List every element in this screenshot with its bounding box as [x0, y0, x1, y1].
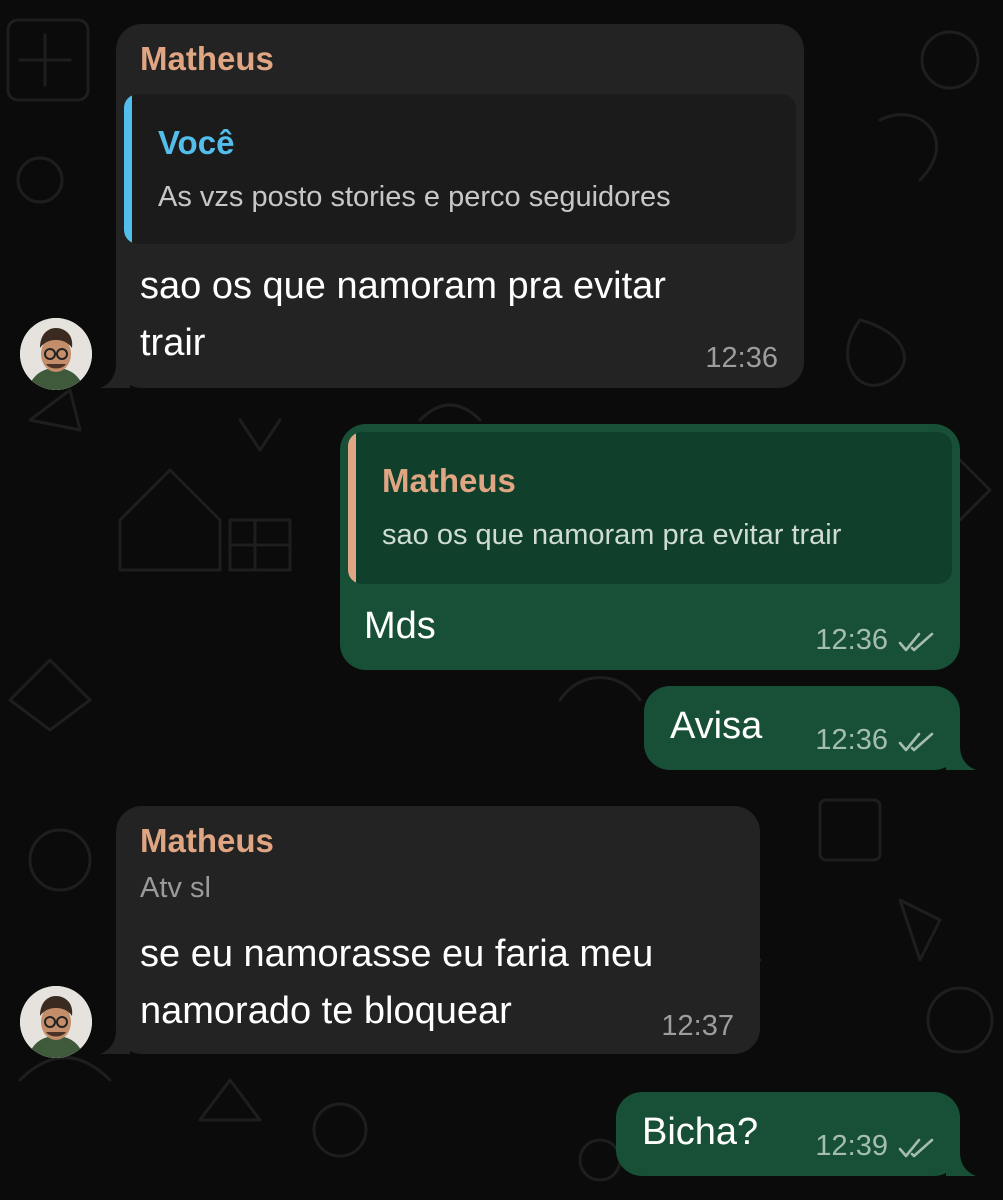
- outgoing-message[interactable]: Avisa 12:36: [644, 686, 960, 770]
- message-time: 12:39: [815, 1130, 888, 1162]
- outgoing-message[interactable]: Bicha? 12:39: [616, 1092, 960, 1176]
- read-receipt-icon: [898, 632, 934, 652]
- message-line: se eu namorasse eu faria meu: [140, 933, 654, 975]
- quote-accent-bar: [124, 94, 132, 244]
- bubble-tail: [100, 1030, 130, 1054]
- person-avatar-icon: [20, 986, 92, 1058]
- message-text: Bicha?: [642, 1111, 759, 1153]
- message-text: Avisa: [670, 705, 763, 747]
- sender-subtitle: Atv sl: [140, 872, 211, 904]
- quote-text: sao os que namoram pra evitar trair: [382, 519, 842, 551]
- message-text: se eu namorasse eu faria meu namorado te…: [140, 926, 653, 1040]
- message-line: sao os que namoram pra evitar: [140, 265, 666, 307]
- avatar[interactable]: [20, 986, 92, 1058]
- message-line: trair: [140, 322, 206, 364]
- quote-author: Matheus: [382, 462, 516, 499]
- outgoing-message[interactable]: Matheus sao os que namoram pra evitar tr…: [340, 424, 960, 670]
- read-receipt-icon: [898, 732, 934, 752]
- person-avatar-icon: [20, 318, 92, 390]
- quote-accent-bar: [348, 432, 356, 584]
- message-time: 12:36: [705, 342, 778, 374]
- bubble-tail: [100, 364, 130, 388]
- message-line: namorado te bloquear: [140, 990, 512, 1032]
- sender-name: Matheus: [140, 822, 274, 859]
- avatar[interactable]: [20, 318, 92, 390]
- bubble-tail: [946, 746, 976, 770]
- quoted-message[interactable]: Você As vzs posto stories e perco seguid…: [124, 94, 796, 244]
- message-text: sao os que namoram pra evitar trair: [140, 258, 666, 372]
- sender-name: Matheus: [140, 40, 274, 77]
- message-time: 12:36: [815, 624, 888, 656]
- message-text: Mds: [364, 605, 436, 647]
- message-time: 12:37: [661, 1010, 734, 1042]
- incoming-message[interactable]: Matheus Você As vzs posto stories e perc…: [116, 24, 804, 388]
- quote-text: As vzs posto stories e perco seguidores: [158, 181, 671, 213]
- quote-author: Você: [158, 124, 235, 161]
- incoming-message[interactable]: Matheus Atv sl se eu namorasse eu faria …: [116, 806, 760, 1054]
- quoted-message[interactable]: Matheus sao os que namoram pra evitar tr…: [348, 432, 952, 584]
- read-receipt-icon: [898, 1138, 934, 1158]
- message-time: 12:36: [815, 724, 888, 756]
- bubble-tail: [946, 1152, 976, 1176]
